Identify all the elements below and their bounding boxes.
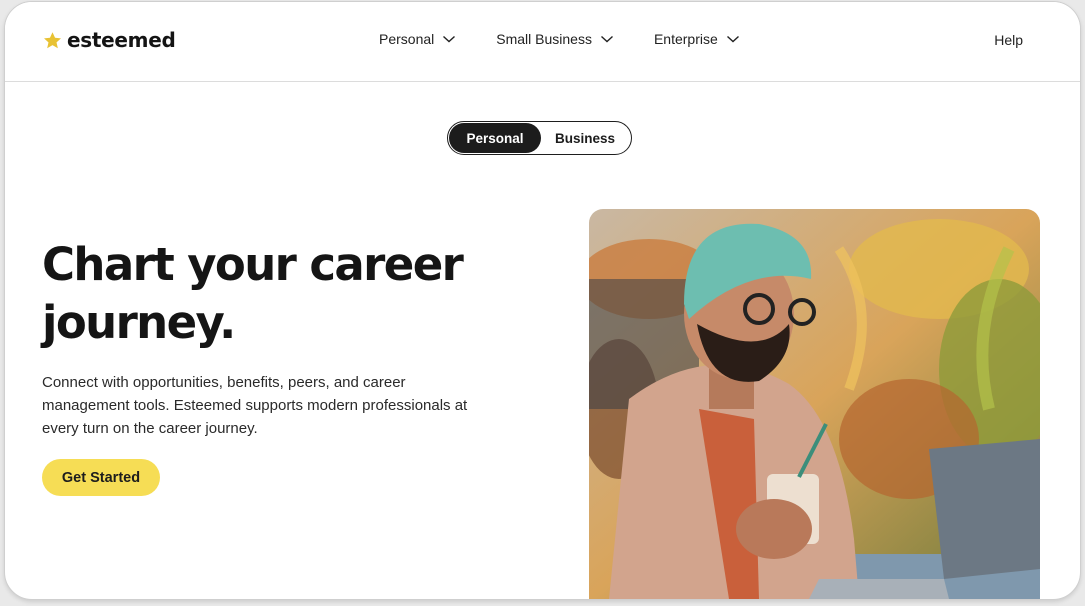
menu-item-personal[interactable]: Personal (379, 31, 456, 47)
browser-frame: esteemed Personal Small Business Enterpr… (4, 1, 1081, 600)
audience-toggle: Personal Business (447, 121, 632, 155)
toggle-personal[interactable]: Personal (449, 123, 541, 153)
toggle-business[interactable]: Business (541, 123, 629, 153)
help-link[interactable]: Help (994, 32, 1023, 48)
get-started-button[interactable]: Get Started (42, 459, 160, 496)
menu-item-small-business[interactable]: Small Business (496, 31, 614, 47)
chevron-down-icon (726, 35, 739, 43)
hero-title: Chart your career journey. (42, 238, 464, 349)
hero-photo (589, 209, 1040, 599)
menu-item-label: Personal (379, 31, 435, 47)
hero-description: Connect with opportunities, benefits, pe… (42, 374, 468, 437)
menu-item-enterprise[interactable]: Enterprise (654, 31, 740, 47)
menu-item-label: Small Business (496, 31, 592, 47)
star-icon (44, 31, 61, 48)
top-navigation: esteemed Personal Small Business Enterpr… (5, 2, 1080, 82)
main-menu: Personal Small Business Enterprise (379, 31, 740, 47)
brand-logo[interactable]: esteemed (42, 28, 176, 52)
chevron-down-icon (600, 35, 613, 43)
chevron-down-icon (443, 35, 456, 43)
hero-photo-illustration (589, 209, 1040, 599)
brand-name: esteemed (67, 28, 176, 52)
menu-item-label: Enterprise (653, 31, 718, 47)
